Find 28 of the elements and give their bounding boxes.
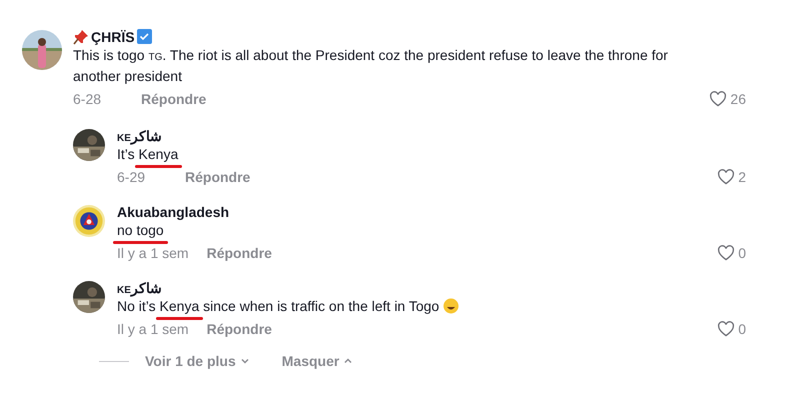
like-button[interactable]: 0 — [717, 321, 746, 337]
heart-icon — [717, 321, 736, 337]
underline-mark — [156, 317, 204, 320]
username[interactable]: Akuabangladesh — [117, 204, 230, 220]
reply-link[interactable]: Répondre — [185, 169, 250, 185]
comment-date: Il y a 1 sem — [117, 321, 189, 337]
hide-button[interactable]: Masquer — [282, 353, 354, 369]
underline-mark — [134, 165, 182, 168]
comment-text: This is togo TG. The riot is all about the President coz the president refuse to leave the throne for another president — [73, 46, 669, 86]
username[interactable]: ÇHRÏS — [91, 28, 135, 44]
show-more-button[interactable]: Voir 1 de plus — [145, 353, 250, 369]
comment-text: It’s Kenya — [117, 145, 746, 164]
heart-icon — [717, 169, 736, 185]
comment-date: 6-29 — [117, 169, 146, 185]
reply-link[interactable]: Répondre — [141, 91, 206, 107]
comment-text: no togo — [117, 221, 746, 240]
comment-date: Il y a 1 sem — [117, 245, 189, 261]
chevron-down-icon — [240, 356, 250, 366]
reply-link[interactable]: Répondre — [206, 321, 272, 337]
like-button[interactable]: 2 — [717, 169, 746, 185]
reply-link[interactable]: Répondre — [206, 245, 272, 261]
comment-date: 6-28 — [73, 91, 102, 107]
like-button[interactable]: 0 — [717, 245, 746, 261]
like-button[interactable]: 26 — [709, 91, 746, 107]
comment-text: No it’s Kenya since when is traffic on the left in Togo — [117, 297, 746, 316]
heart-icon — [709, 91, 728, 107]
heart-icon — [717, 245, 736, 261]
underline-mark — [113, 241, 168, 244]
